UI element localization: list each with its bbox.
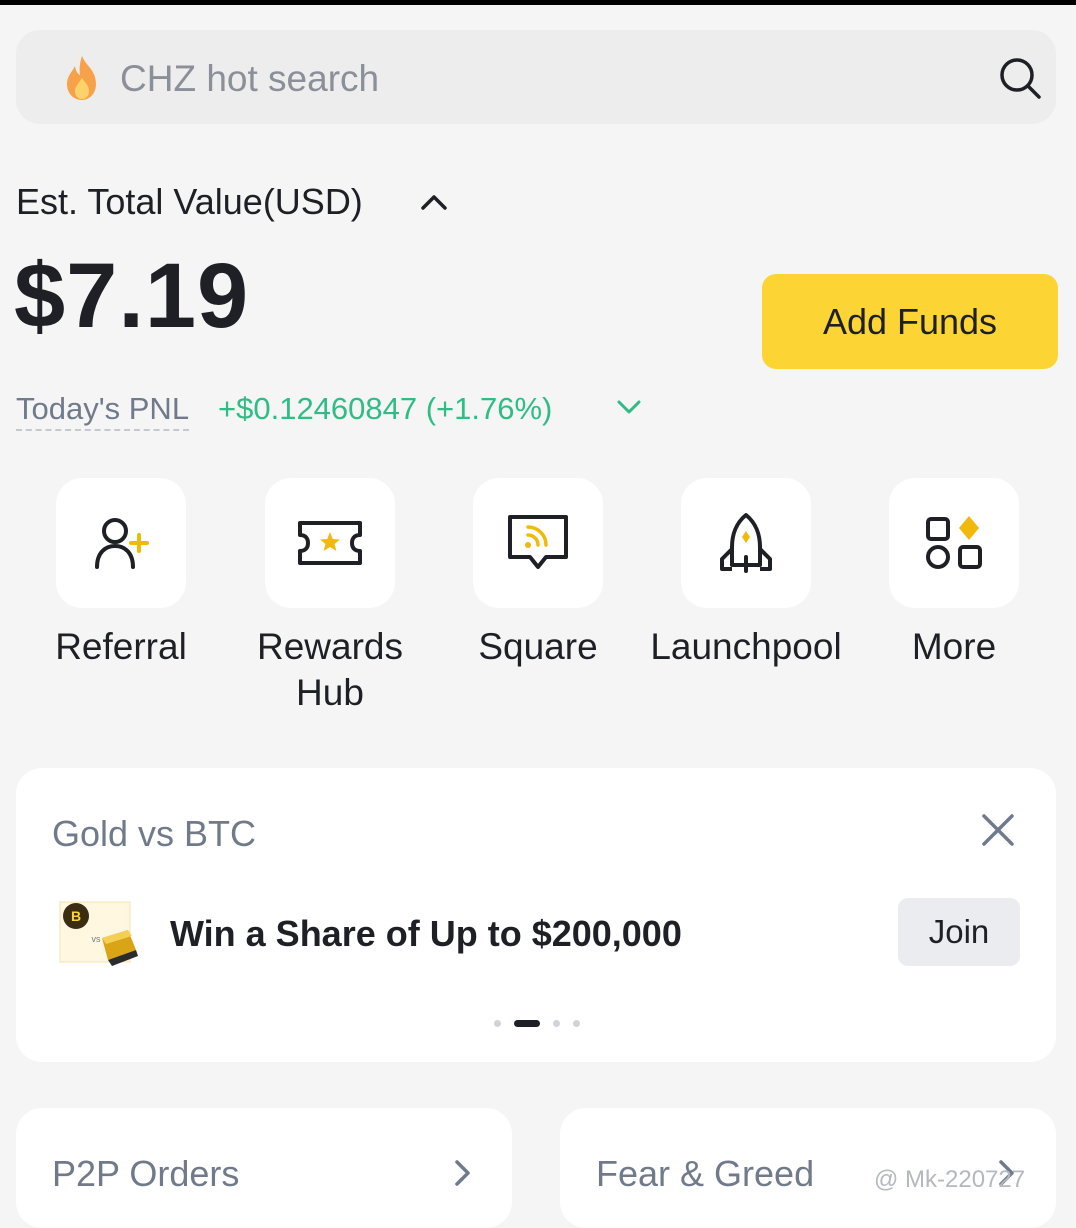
shortcut-launchpool[interactable]: Launchpool — [642, 478, 850, 670]
carousel-dot — [494, 1019, 501, 1027]
square-feed-icon[interactable] — [473, 478, 603, 608]
search-placeholder[interactable]: CHZ hot search — [120, 60, 379, 97]
total-balance-value: $7.19 — [14, 245, 250, 347]
chevron-down-icon[interactable] — [616, 398, 642, 421]
pnl-value: +$0.12460847 (+1.76%) — [218, 391, 553, 426]
pnl-label[interactable]: Today's PNL — [16, 390, 190, 432]
chevron-right-icon[interactable] — [452, 1158, 474, 1193]
rocket-icon[interactable] — [681, 478, 811, 608]
top-edge-bar — [0, 0, 1076, 5]
search-bar[interactable]: CHZ hot search — [16, 30, 1056, 124]
shortcut-label: Referral — [55, 626, 187, 667]
shortcut-label: More — [911, 626, 997, 667]
shortcut-square[interactable]: Square — [434, 478, 642, 670]
promo-title: Gold vs BTC — [52, 813, 257, 854]
p2p-orders-card[interactable]: P2P Orders — [16, 1108, 512, 1228]
carousel-dot — [573, 1019, 580, 1027]
shortcut-label: Square — [478, 626, 598, 667]
svg-text:B: B — [71, 908, 81, 924]
close-icon[interactable] — [980, 812, 1016, 853]
grid-icon[interactable] — [889, 478, 1019, 608]
watermark: @ Mk-220727 — [874, 1166, 1026, 1193]
shortcut-rewards-hub[interactable]: Rewards Hub — [226, 478, 434, 716]
svg-text:vs: vs — [92, 934, 102, 944]
ticket-icon[interactable] — [265, 478, 395, 608]
shortcut-label: Launchpool — [650, 626, 842, 667]
add-funds-button[interactable]: Add Funds — [762, 274, 1058, 369]
est-total-value-label[interactable]: Est. Total Value(USD) — [16, 180, 363, 223]
promo-text[interactable]: Win a Share of Up to $200,000 — [170, 912, 682, 955]
shortcut-label: Rewards Hub — [257, 626, 403, 713]
promo-banner[interactable]: Gold vs BTC B vs Win a Share of Up to $2… — [16, 768, 1056, 1062]
chevron-up-icon[interactable] — [420, 192, 448, 217]
fire-icon — [62, 54, 102, 107]
gold-vs-btc-thumbnail: B vs — [56, 898, 140, 975]
join-button[interactable]: Join — [898, 898, 1020, 966]
carousel-indicator — [494, 1018, 593, 1028]
card-title: P2P Orders — [52, 1153, 240, 1194]
card-title: Fear & Greed — [596, 1153, 815, 1194]
carousel-dot — [553, 1019, 560, 1027]
referral-icon[interactable] — [56, 478, 186, 608]
shortcut-more[interactable]: More — [850, 478, 1058, 670]
carousel-dot-active — [514, 1019, 540, 1027]
search-icon[interactable] — [998, 56, 1042, 105]
shortcut-referral[interactable]: Referral — [17, 478, 225, 670]
